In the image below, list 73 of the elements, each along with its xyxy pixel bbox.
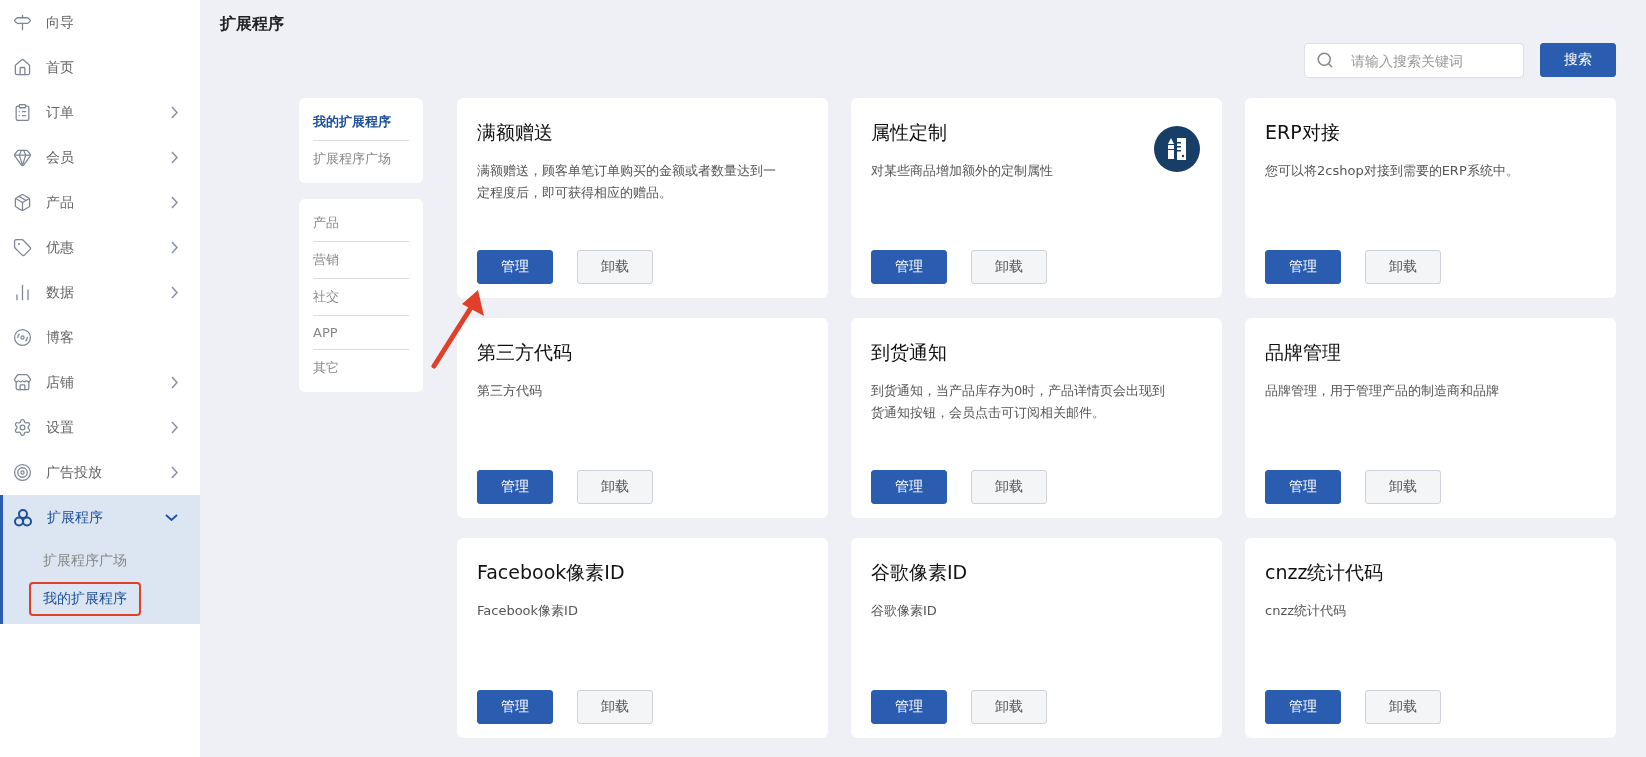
sidebar-item[interactable]: 设置 — [3, 405, 200, 450]
uninstall-button[interactable]: 卸载 — [577, 250, 653, 284]
card-title: 属性定制 — [871, 120, 948, 145]
uninstall-button[interactable]: 卸载 — [1365, 470, 1441, 504]
card-title: Facebook像素ID — [477, 560, 626, 585]
search-field[interactable]: 请输入搜索关键词 — [1304, 43, 1524, 78]
menu-icon — [13, 148, 32, 167]
category-item[interactable]: APP — [313, 316, 409, 350]
card-description: cnzz统计代码 — [1265, 602, 1348, 620]
card-description: Facebook像素ID — [477, 602, 579, 620]
circles-icon — [13, 507, 33, 528]
sidebar-item[interactable]: 向导 — [3, 0, 200, 45]
menu-icon — [13, 463, 32, 482]
uninstall-button[interactable]: 卸载 — [577, 470, 653, 504]
category-item[interactable]: 其它 — [313, 350, 409, 386]
card-title: 谷歌像素ID — [871, 560, 969, 585]
sidebar-item[interactable]: 店铺 — [3, 360, 200, 405]
menu-icon — [13, 13, 32, 32]
category-item[interactable]: 产品 — [313, 205, 409, 242]
sidebar-subitem[interactable]: 我的扩展程序 — [29, 582, 141, 616]
manage-button[interactable]: 管理 — [871, 690, 947, 724]
category-item[interactable]: 营销 — [313, 242, 409, 279]
card-title: 满额赠送 — [477, 120, 554, 145]
uninstall-button[interactable]: 卸载 — [971, 690, 1047, 724]
uninstall-button[interactable]: 卸载 — [1365, 690, 1441, 724]
uninstall-button[interactable]: 卸载 — [1365, 250, 1441, 284]
card-description: 您可以将2cshop对接到需要的ERP系统中。 — [1265, 162, 1520, 180]
scope-item[interactable]: 扩展程序广场 — [313, 141, 409, 177]
card-title: cnzz统计代码 — [1265, 560, 1385, 585]
menu-icon — [13, 418, 32, 437]
sidebar-item[interactable]: 扩展程序 — [3, 495, 200, 540]
card-description: 对某些商品增加额外的定制属性 — [871, 162, 1054, 180]
sidebar-item[interactable]: 首页 — [3, 45, 200, 90]
search-icon — [1316, 51, 1334, 69]
menu-icon — [13, 328, 32, 347]
manage-button[interactable]: 管理 — [477, 470, 553, 504]
sidebar-item[interactable]: 数据 — [3, 270, 200, 315]
card-title: 第三方代码 — [477, 340, 573, 365]
card-title: 到货通知 — [871, 340, 948, 365]
card-description: 第三方代码 — [477, 382, 543, 400]
card-description: 品牌管理，用于管理产品的制造商和品牌 — [1265, 382, 1500, 400]
page-title: 扩展程序 — [220, 14, 285, 35]
menu-icon — [13, 193, 32, 212]
manage-button[interactable]: 管理 — [477, 250, 553, 284]
pencil-ruler-icon — [1154, 126, 1200, 172]
category-item[interactable]: 社交 — [313, 279, 409, 316]
sidebar-item[interactable]: 产品 — [3, 180, 200, 225]
sidebar-item[interactable]: 优惠 — [3, 225, 200, 270]
menu-icon — [13, 58, 32, 77]
card-description: 满额赠送，顾客单笔订单购买的金额或者数量达到一定程度后，即可获得相应的赠品。 — [477, 162, 777, 202]
uninstall-button[interactable]: 卸载 — [577, 690, 653, 724]
menu-icon — [13, 283, 32, 302]
sidebar-item[interactable]: 博客 — [3, 315, 200, 360]
uninstall-button[interactable]: 卸载 — [971, 470, 1047, 504]
search-button[interactable]: 搜索 — [1540, 43, 1616, 77]
uninstall-button[interactable]: 卸载 — [971, 250, 1047, 284]
card-description: 到货通知，当产品库存为0时，产品详情页会出现到货通知按钮，会员点击可订阅相关邮件。 — [871, 382, 1167, 422]
menu-icon — [13, 373, 32, 392]
card-title: 品牌管理 — [1265, 340, 1342, 365]
menu-icon — [13, 103, 32, 122]
manage-button[interactable]: 管理 — [477, 690, 553, 724]
scope-item[interactable]: 我的扩展程序 — [313, 104, 409, 141]
sidebar-item[interactable]: 广告投放 — [3, 450, 200, 495]
manage-button[interactable]: 管理 — [1265, 690, 1341, 724]
card-description: 谷歌像素ID — [871, 602, 938, 620]
menu-icon — [13, 238, 32, 257]
sidebar-item[interactable]: 会员 — [3, 135, 200, 180]
manage-button[interactable]: 管理 — [1265, 250, 1341, 284]
sidebar-item[interactable]: 订单 — [3, 90, 200, 135]
card-title: ERP对接 — [1265, 120, 1341, 145]
manage-button[interactable]: 管理 — [871, 250, 947, 284]
manage-button[interactable]: 管理 — [1265, 470, 1341, 504]
manage-button[interactable]: 管理 — [871, 470, 947, 504]
